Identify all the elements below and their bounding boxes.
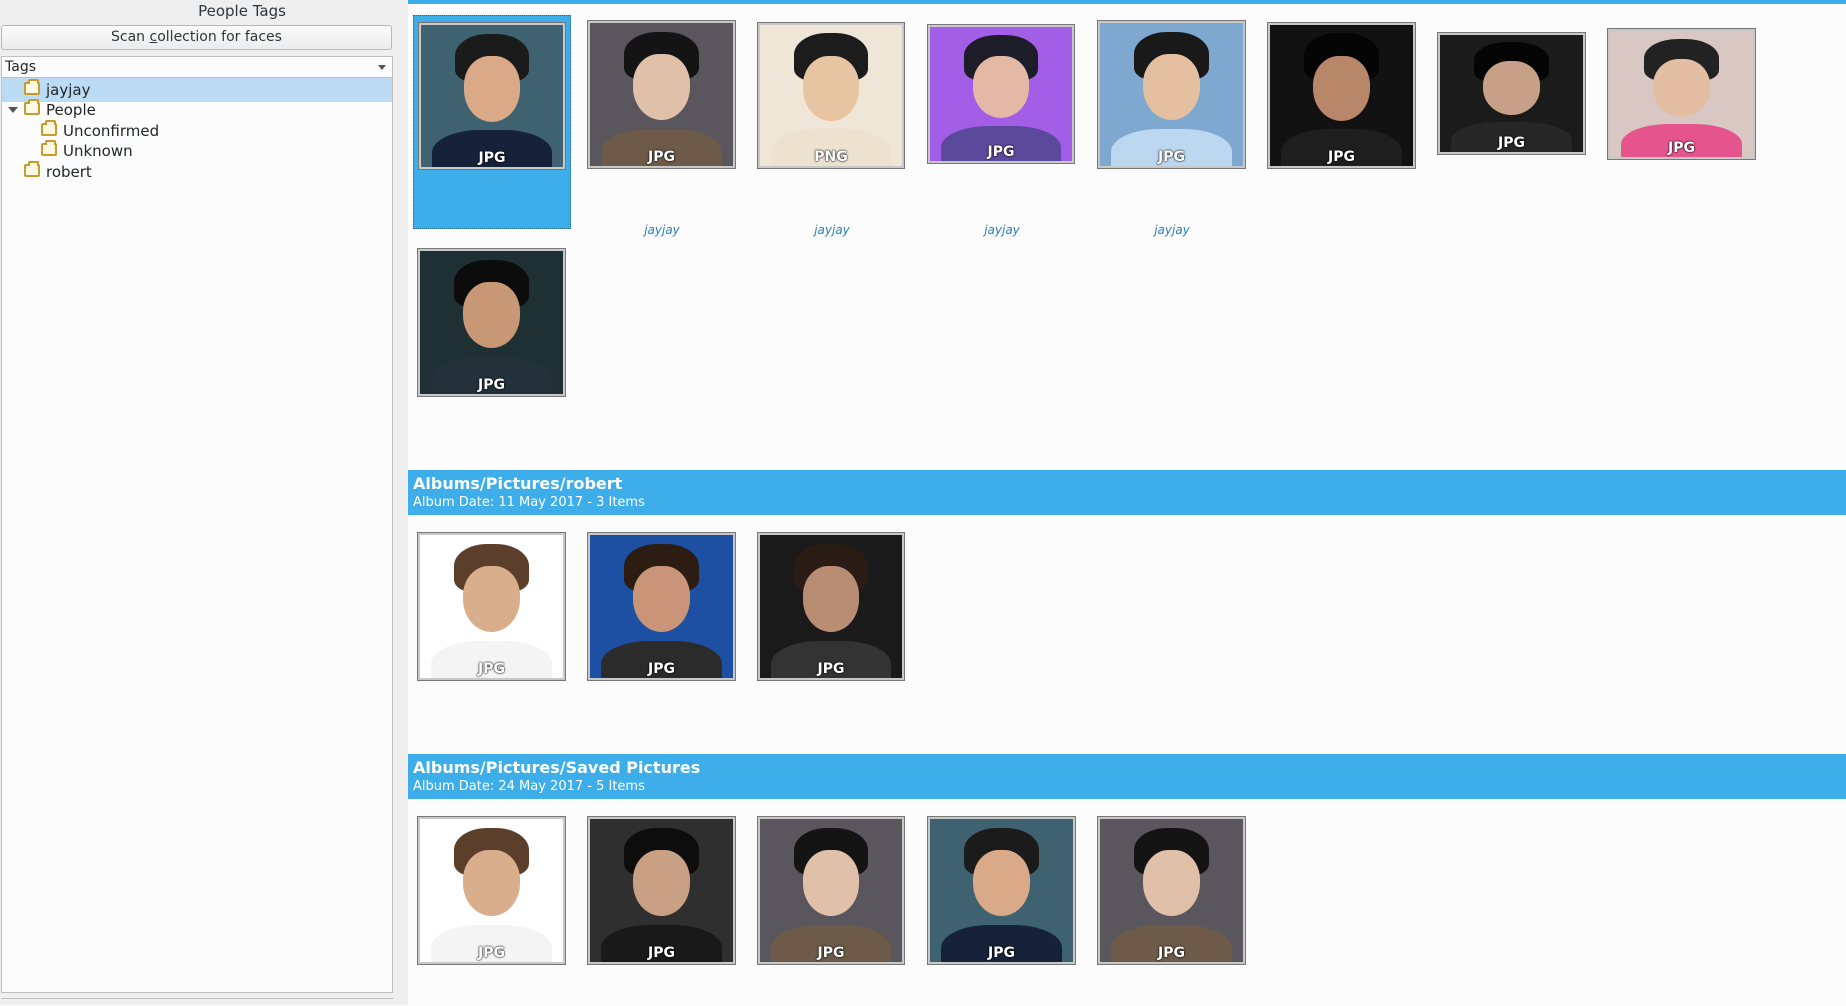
thumbnail[interactable]: JPG: [1607, 28, 1756, 160]
file-type-badge: JPG: [648, 945, 675, 961]
folder-icon: [41, 140, 57, 156]
album-subtitle: Album Date: 24 May 2017 - 5 Items: [413, 779, 645, 794]
tree-item-robert[interactable]: robert: [2, 160, 392, 184]
file-type-badge: PNG: [814, 149, 848, 165]
people-tags-panel: People Tags Scan collection for faces Ta…: [0, 0, 394, 1005]
photo-content: [462, 566, 521, 633]
file-type-badge: JPG: [478, 945, 505, 961]
thumbnail[interactable]: JPG: [587, 532, 736, 681]
grid-item[interactable]: JPG: [413, 244, 571, 458]
file-type-badge: JPG: [987, 144, 1015, 160]
folder-icon: [41, 120, 57, 136]
grid-item[interactable]: JPG: [1603, 15, 1761, 229]
photo-content: [802, 850, 860, 917]
photo-content: [632, 566, 691, 633]
chevron-down-icon[interactable]: [378, 65, 386, 70]
file-type-badge: JPG: [478, 661, 505, 677]
scan-label-start: Scan: [111, 29, 150, 45]
file-type-badge: JPG: [1158, 945, 1185, 961]
file-type-badge: JPG: [478, 150, 506, 166]
grid-item[interactable]: JPG: [413, 812, 571, 1005]
thumbnail[interactable]: JPG: [927, 24, 1075, 164]
photo-content: [802, 566, 860, 633]
grid-item[interactable]: JPG: [923, 812, 1081, 1005]
face-tag-label[interactable]: jayjay: [753, 223, 911, 237]
album-header[interactable]: Albums/Pictures/Saved Pictures Album Dat…: [408, 754, 1846, 799]
thumbnail[interactable]: JPG: [417, 248, 566, 397]
thumbnail[interactable]: PNG: [757, 22, 905, 169]
file-type-badge: JPG: [1158, 149, 1185, 165]
folder-icon: [24, 79, 40, 95]
file-type-badge: JPG: [1668, 140, 1695, 156]
album-title: Albums/Pictures/Saved Pictures: [413, 758, 701, 777]
grid-item[interactable]: JPG jayjay: [923, 15, 1081, 237]
album-header[interactable]: Albums/Pictures/robert Album Date: 11 Ma…: [408, 470, 1846, 515]
thumbnail[interactable]: JPG: [757, 816, 905, 965]
thumbnail[interactable]: JPG: [1437, 32, 1586, 155]
grid-item[interactable]: JPG jayjay: [583, 15, 741, 237]
album-header-edge: [408, 0, 1846, 4]
file-type-badge: JPG: [1328, 149, 1355, 165]
photo-content: [1142, 54, 1201, 121]
album-title: Albums/Pictures/robert: [413, 474, 623, 493]
file-type-badge: JPG: [817, 945, 845, 961]
thumbnail[interactable]: JPG: [1097, 816, 1246, 965]
thumbnail[interactable]: JPG: [587, 816, 736, 965]
grid-item[interactable]: PNG jayjay: [753, 15, 911, 237]
face-tag-label[interactable]: jayjay: [583, 223, 741, 237]
grid-item[interactable]: JPG: [583, 812, 741, 1005]
grid-item[interactable]: JPG: [753, 528, 911, 742]
folder-icon: [24, 99, 40, 115]
photo-content: [1652, 58, 1711, 117]
grid-item[interactable]: JPG: [753, 812, 911, 1005]
thumbnail[interactable]: JPG: [757, 532, 905, 681]
tags-combo[interactable]: Tags: [1, 56, 393, 78]
thumbnail[interactable]: JPG: [1267, 22, 1416, 169]
photo-content: [462, 850, 521, 917]
photo-content: [802, 56, 860, 121]
grid-item[interactable]: JPG jayjay: [1093, 15, 1251, 237]
grid-item[interactable]: JPG: [413, 528, 571, 742]
photo-content: [462, 282, 521, 349]
thumbnail[interactable]: JPG: [927, 816, 1076, 965]
tags-combo-label: Tags: [5, 59, 36, 75]
photo-content: [972, 56, 1030, 119]
photo-content: [1482, 60, 1541, 115]
photo-content: [463, 56, 521, 122]
face-tag-label[interactable]: jayjay: [923, 223, 1081, 237]
grid-item[interactable]: JPG: [1093, 812, 1251, 1005]
thumbnail[interactable]: JPG: [418, 22, 566, 170]
thumbnail[interactable]: JPG: [1097, 20, 1246, 169]
grid-item[interactable]: JPG: [583, 528, 741, 742]
file-type-badge: JPG: [478, 377, 505, 393]
file-type-badge: JPG: [817, 661, 845, 677]
photo-content: [1312, 56, 1371, 121]
tree-item-label: robert: [46, 163, 92, 181]
grid-item[interactable]: JPG: [1263, 15, 1421, 229]
face-tag-label[interactable]: jayjay: [1093, 223, 1251, 237]
file-type-badge: JPG: [648, 661, 675, 677]
photo-content: [972, 850, 1031, 917]
photo-content: [1142, 850, 1201, 917]
panel-splitter[interactable]: [394, 0, 408, 1005]
photo-content: [632, 850, 691, 917]
scan-collection-button[interactable]: Scan collection for faces: [1, 25, 392, 50]
grid-item[interactable]: JPG: [1433, 15, 1591, 229]
image-grid: JPG JPG jayjay PNG jayjay JPG jayjay JPG…: [408, 0, 1846, 1005]
tag-tree: jayjay People Unconfirmed Unknown robert: [1, 78, 393, 993]
grid-item[interactable]: JPG: [413, 15, 571, 229]
file-type-badge: JPG: [1498, 135, 1525, 151]
thumbnail[interactable]: JPG: [587, 20, 736, 169]
thumbnail[interactable]: JPG: [417, 816, 566, 965]
photo-content: [632, 54, 691, 121]
album-subtitle: Album Date: 11 May 2017 - 3 Items: [413, 495, 645, 510]
folder-icon: [24, 161, 40, 177]
file-type-badge: JPG: [988, 945, 1015, 961]
expand-arrow-icon[interactable]: [8, 107, 18, 113]
scan-label-end: ollection for faces: [157, 29, 282, 45]
file-type-badge: JPG: [648, 149, 675, 165]
thumbnail[interactable]: JPG: [417, 532, 566, 681]
